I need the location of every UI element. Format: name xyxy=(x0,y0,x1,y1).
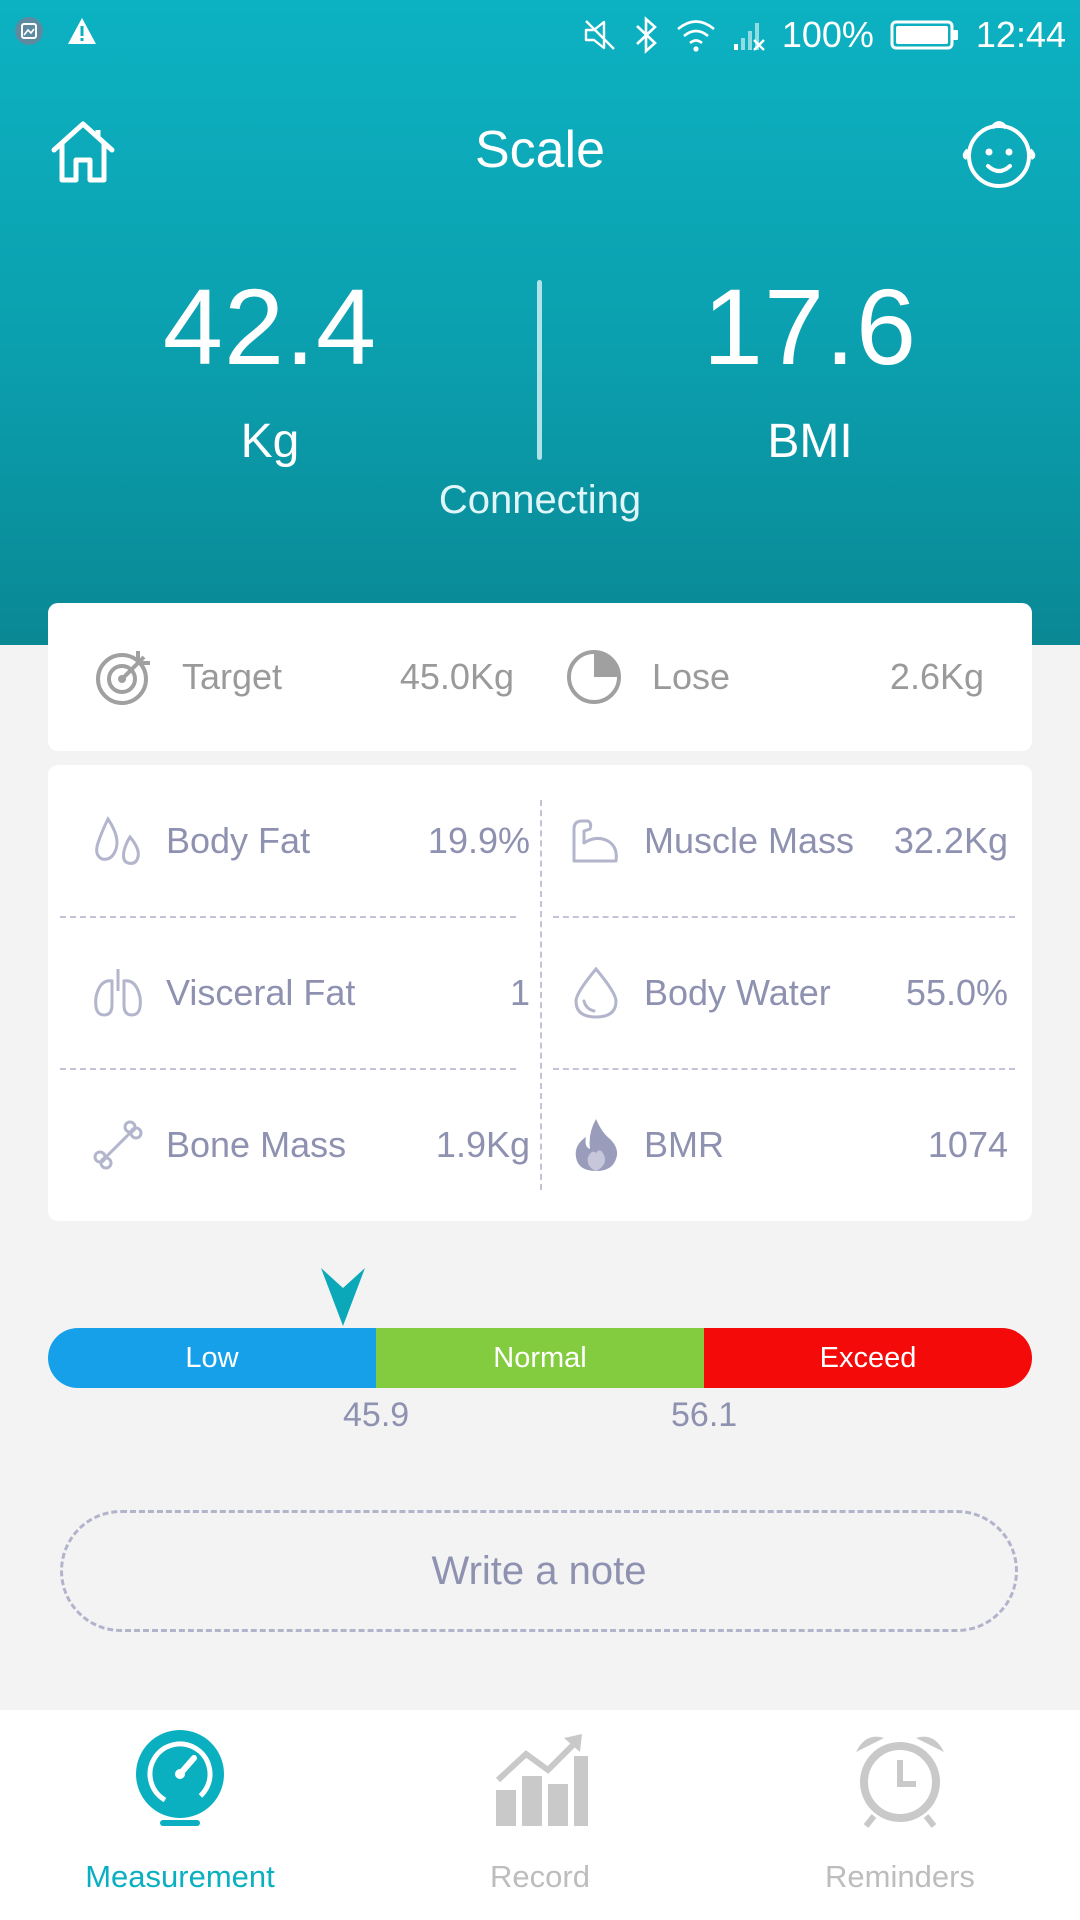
range-segment-low: Low xyxy=(48,1328,376,1388)
range-threshold-high: 56.1 xyxy=(671,1396,738,1434)
metric-body-fat[interactable]: Body Fat 19.9% xyxy=(90,765,530,917)
metrics-card: Body Fat 19.9% Muscle Mass 32.2Kg Viscer… xyxy=(48,765,1032,1221)
bmi-value: 17.6 xyxy=(702,266,918,387)
lose-item[interactable]: Lose 2.6Kg xyxy=(564,603,984,751)
baby-face-icon[interactable] xyxy=(962,116,1036,190)
nav-measurement[interactable]: Measurement xyxy=(0,1728,360,1895)
muscle-icon xyxy=(572,819,618,863)
status-bar: 100% 12:44 xyxy=(0,0,1080,78)
range-segment-normal: Normal xyxy=(376,1328,704,1388)
metric-value: 1074 xyxy=(927,1124,1008,1165)
bluetooth-icon xyxy=(635,16,657,54)
connection-status: Connecting xyxy=(438,478,642,522)
metric-label: Muscle Mass xyxy=(644,820,855,861)
wifi-icon xyxy=(676,20,715,52)
status-left xyxy=(14,16,98,46)
lose-label: Lose xyxy=(652,656,731,697)
metric-label: BMR xyxy=(644,1124,724,1165)
page-title: Scale xyxy=(474,121,606,179)
range-bar: Low Normal Exceed xyxy=(48,1328,1032,1388)
metric-label: Body Water xyxy=(644,972,831,1013)
nav-label: Record xyxy=(490,1859,590,1894)
metric-value: 1 xyxy=(509,972,530,1013)
bmi-unit: BMI xyxy=(767,415,853,468)
metric-value: 19.9% xyxy=(427,820,530,861)
metric-label: Body Fat xyxy=(166,820,311,861)
metric-visceral-fat[interactable]: Visceral Fat 1 xyxy=(90,917,530,1069)
signal-icon xyxy=(733,23,765,51)
nav-reminders[interactable]: Reminders xyxy=(720,1728,1080,1895)
range-threshold-low: 45.9 xyxy=(343,1396,410,1434)
target-value: 45.0Kg xyxy=(399,656,514,697)
alarm-clock-icon xyxy=(856,1736,944,1828)
status-right: 100% 12:44 xyxy=(582,14,1066,56)
target-label: Target xyxy=(182,656,283,697)
metric-label: Visceral Fat xyxy=(166,972,356,1013)
metric-label: Bone Mass xyxy=(166,1124,347,1165)
bmi-display: 17.6 BMI xyxy=(630,268,990,469)
lose-value: 2.6Kg xyxy=(889,656,984,697)
metric-value: 55.0% xyxy=(905,972,1008,1013)
header: 100% 12:44 Scale 42.4 Kg 17.6 BMI Connec… xyxy=(0,0,1080,645)
water-drop-icon xyxy=(574,966,618,1019)
nav-record[interactable]: Record xyxy=(360,1728,720,1895)
metric-value: 32.2Kg xyxy=(893,820,1008,861)
metric-bmr[interactable]: BMR 1074 xyxy=(568,1069,1008,1221)
weight-unit: Kg xyxy=(240,415,300,468)
nav-label: Measurement xyxy=(85,1859,275,1894)
bottom-nav: Measurement Record Reminders xyxy=(0,1710,1080,1920)
screenshot-notification-icon xyxy=(15,17,43,45)
grid-divider-vertical xyxy=(540,800,542,1190)
metric-bone-mass[interactable]: Bone Mass 1.9Kg xyxy=(90,1069,530,1221)
pie-chart-icon xyxy=(567,650,621,704)
flame-icon xyxy=(575,1119,618,1171)
battery-icon xyxy=(890,20,958,50)
battery-percent: 100% xyxy=(781,14,874,55)
metric-value: 1.9Kg xyxy=(435,1124,530,1165)
metric-body-water[interactable]: Body Water 55.0% xyxy=(568,917,1008,1069)
gauge-icon xyxy=(136,1730,224,1826)
weight-display: 42.4 Kg xyxy=(90,268,450,469)
weight-value: 42.4 xyxy=(162,266,378,387)
metric-divider xyxy=(537,280,542,460)
body-fat-icon xyxy=(95,816,140,865)
range-segment-exceed: Exceed xyxy=(704,1328,1032,1388)
bar-chart-trend-icon xyxy=(495,1734,588,1826)
metric-muscle-mass[interactable]: Muscle Mass 32.2Kg xyxy=(568,765,1008,917)
warning-icon xyxy=(68,18,96,44)
target-icon xyxy=(96,651,150,705)
bone-icon xyxy=(93,1120,143,1170)
target-item[interactable]: Target 45.0Kg xyxy=(94,603,514,751)
goal-card[interactable]: Target 45.0Kg Lose 2.6Kg xyxy=(48,603,1032,751)
write-note-button[interactable]: Write a note xyxy=(60,1510,1018,1632)
mute-icon xyxy=(584,20,615,50)
nav-label: Reminders xyxy=(825,1859,975,1894)
lungs-icon xyxy=(94,969,142,1017)
range-marker-icon xyxy=(321,1268,365,1326)
clock: 12:44 xyxy=(975,14,1066,55)
